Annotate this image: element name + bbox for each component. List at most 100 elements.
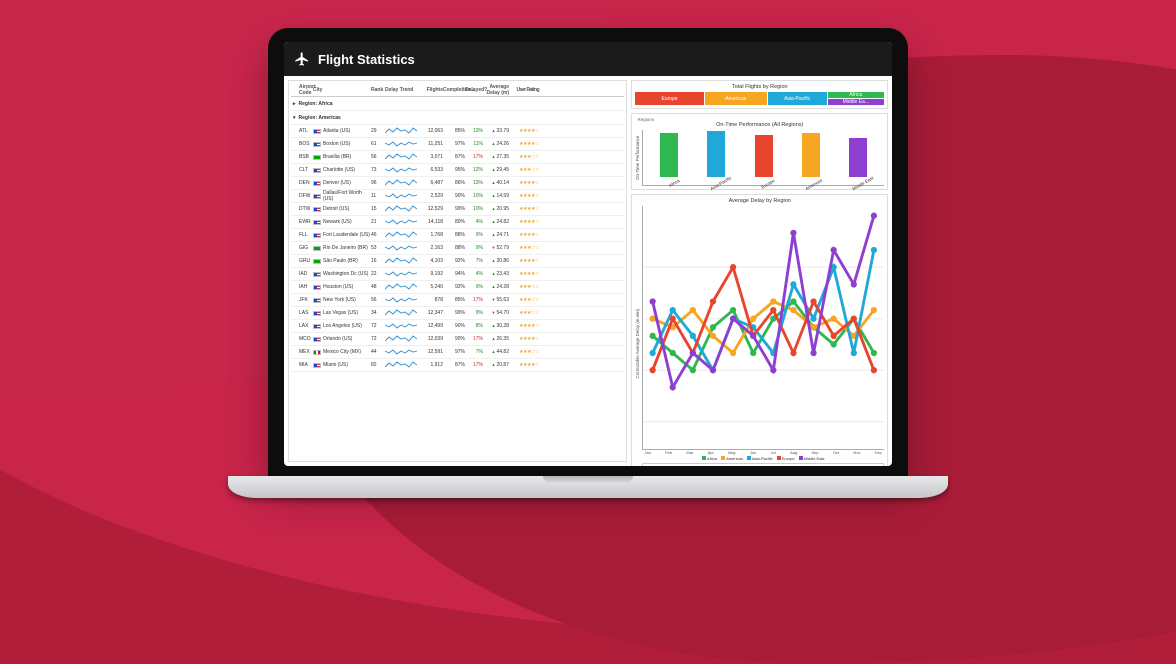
table-row[interactable]: EWR Newark (US) 21 14,118 80% 4% 24.82 ★…: [291, 216, 624, 229]
table-row[interactable]: BOS Boston (US) 61 11,251 97% 11% 24.26 …: [291, 138, 624, 151]
line-chart[interactable]: [642, 206, 884, 450]
col-header[interactable]: Delay Trend: [385, 87, 419, 93]
table-row[interactable]: LAS Las Vegas (US) 34 12,347 99% 9% 54.7…: [291, 307, 624, 320]
col-header[interactable]: Rank: [371, 87, 385, 93]
cell-city: Charlotte (US): [313, 167, 371, 173]
bar[interactable]: Americas: [791, 133, 830, 184]
bar[interactable]: Europe: [744, 135, 783, 184]
cell-flights: 2,529: [419, 193, 443, 199]
cell-avg-delay: 55.63: [483, 297, 509, 303]
treemap-card: Total Flights by Region EuropeAmericasAs…: [631, 80, 888, 109]
treemap-cell[interactable]: Europe: [635, 92, 703, 105]
cell-rank: 16: [371, 258, 385, 264]
treemap-cell[interactable]: Asia-Pacific: [768, 92, 827, 105]
table-row[interactable]: MCO Orlando (US) 72 12,039 90% 17% 26.35…: [291, 333, 624, 346]
table-row[interactable]: LAX Los Angeles (US) 72 12,499 90% 8% 30…: [291, 320, 624, 333]
cell-avg-delay: 24.82: [483, 219, 509, 225]
cell-rating: ★★★★☆: [509, 336, 539, 342]
bar-chart[interactable]: AfricaAsia-PacificEuropeAmericasMiddle E…: [642, 130, 884, 186]
cell-rating: ★★★☆☆: [509, 245, 539, 251]
col-header[interactable]: City: [313, 87, 371, 93]
cell-trend: [385, 126, 419, 136]
data-grid[interactable]: Airport Code City Rank Delay Trend Fligh…: [288, 80, 627, 462]
cell-delayed: 8%: [465, 323, 483, 329]
cell-trend: [385, 308, 419, 318]
cell-rating: ★★★☆☆: [509, 310, 539, 316]
cell-delayed: 17%: [465, 297, 483, 303]
legend-item[interactable]: Europe: [777, 456, 795, 461]
cell-code: DTW: [291, 206, 313, 212]
cell-code: EWR: [291, 219, 313, 225]
treemap-cell[interactable]: Africa: [828, 92, 884, 98]
bar[interactable]: Middle East: [839, 138, 878, 183]
table-row[interactable]: DTW Detroit (US) 15 12,529 99% 10% 20.95…: [291, 203, 624, 216]
flag-icon: [313, 324, 321, 329]
cell-delayed: 10%: [465, 206, 483, 212]
table-row[interactable]: IAH Houston (US) 48 5,240 92% 9% 24.28 ★…: [291, 281, 624, 294]
cell-delayed: 17%: [465, 362, 483, 368]
collapse-icon[interactable]: ▾: [293, 115, 296, 121]
laptop-base: [228, 476, 948, 498]
group-row-africa[interactable]: ▸Region: Africa: [291, 97, 624, 111]
col-header[interactable]: Airport Code: [291, 84, 313, 96]
expand-icon[interactable]: ▸: [293, 101, 296, 107]
table-row[interactable]: DEN Denver (US) 96 6,487 86% 13% 40.14 ★…: [291, 177, 624, 190]
cell-flights: 9,192: [419, 271, 443, 277]
cell-completion: 92%: [443, 284, 465, 290]
table-row[interactable]: BSB Brasília (BR) 56 3,071 87% 17% 27.35…: [291, 151, 624, 164]
cell-flights: 12,591: [419, 349, 443, 355]
cell-completion: 88%: [443, 245, 465, 251]
cell-code: LAS: [291, 310, 313, 316]
cell-city: Los Angeles (US): [313, 323, 371, 329]
y-axis-label: On-Time Performance: [635, 130, 640, 186]
table-row[interactable]: MIA Miami (US) 82 1,912 87% 17% 20.87 ★★…: [291, 359, 624, 372]
table-row[interactable]: ATL Atlanta (US) 29 12,063 85% 13% 33.79…: [291, 125, 624, 138]
legend-item[interactable]: Asia-Pacific: [747, 456, 773, 461]
table-row[interactable]: JFK New York (US) 56 878 85% 17% 55.63 ★…: [291, 294, 624, 307]
cell-avg-delay: 29.45: [483, 167, 509, 173]
cell-trend: [385, 152, 419, 162]
cell-avg-delay: 24.26: [483, 141, 509, 147]
cell-flights: 12,063: [419, 128, 443, 134]
table-row[interactable]: GRU São Paulo (BR) 16 4,103 92% 7% 30.86…: [291, 255, 624, 268]
range-navigator[interactable]: JanFebMarAprMayJunJulAugSepOctNovDec: [642, 463, 884, 466]
table-row[interactable]: DFW Dallas/Fort Worth (US) 11 2,529 90% …: [291, 190, 624, 203]
cell-trend: [385, 347, 419, 357]
group-row-americas[interactable]: ▾Region: Americas: [291, 111, 624, 125]
table-row[interactable]: GIG Rio De Janeiro (BR) 53 2,163 88% 9% …: [291, 242, 624, 255]
cell-rating: ★★★★☆: [509, 180, 539, 186]
cell-city: Dallas/Fort Worth (US): [313, 190, 371, 202]
table-row[interactable]: FLL Fort Lauderdale (US) 46 1,768 88% 9%…: [291, 229, 624, 242]
cell-rating: ★★★★☆: [509, 193, 539, 199]
treemap-cell[interactable]: Middle Ea...: [828, 99, 884, 105]
cell-rank: 44: [371, 349, 385, 355]
cell-city: Detroit (US): [313, 206, 371, 212]
col-header[interactable]: Flights: [419, 87, 443, 93]
col-header[interactable]: Completion...: [443, 87, 465, 93]
cell-city: Washington Dc (US): [313, 271, 371, 277]
col-header[interactable]: User Rating: [509, 87, 539, 93]
cell-completion: 87%: [443, 154, 465, 160]
flag-icon: [313, 168, 321, 173]
cell-rating: ★★★☆☆: [509, 349, 539, 355]
legend-item[interactable]: Americas: [721, 456, 743, 461]
treemap-cell[interactable]: Americas: [705, 92, 767, 105]
legend-item[interactable]: Middle East: [799, 456, 825, 461]
bar[interactable]: Africa: [649, 133, 688, 183]
cell-completion: 88%: [443, 232, 465, 238]
flag-icon: [313, 246, 321, 251]
cell-avg-delay: 20.87: [483, 362, 509, 368]
treemap-chart[interactable]: EuropeAmericasAsia-PacificAfricaMiddle E…: [635, 92, 884, 105]
table-row[interactable]: IAD Washington Dc (US) 22 9,192 94% 4% 2…: [291, 268, 624, 281]
cell-code: IAH: [291, 284, 313, 290]
flag-icon: [313, 337, 321, 342]
cell-rating: ★★★☆☆: [509, 154, 539, 160]
y-axis-label: Correctable Average Delay (in min): [635, 206, 640, 466]
col-header[interactable]: Delayed?: [465, 87, 483, 93]
col-header[interactable]: Average Delay (m): [483, 84, 509, 96]
bar[interactable]: Asia-Pacific: [697, 131, 736, 183]
cell-flights: 1,912: [419, 362, 443, 368]
legend-item[interactable]: Africa: [702, 456, 717, 461]
table-row[interactable]: CLT Charlotte (US) 73 6,533 95% 12% 29.4…: [291, 164, 624, 177]
table-row[interactable]: MEX Mexico City (MX) 44 12,591 97% 7% 44…: [291, 346, 624, 359]
